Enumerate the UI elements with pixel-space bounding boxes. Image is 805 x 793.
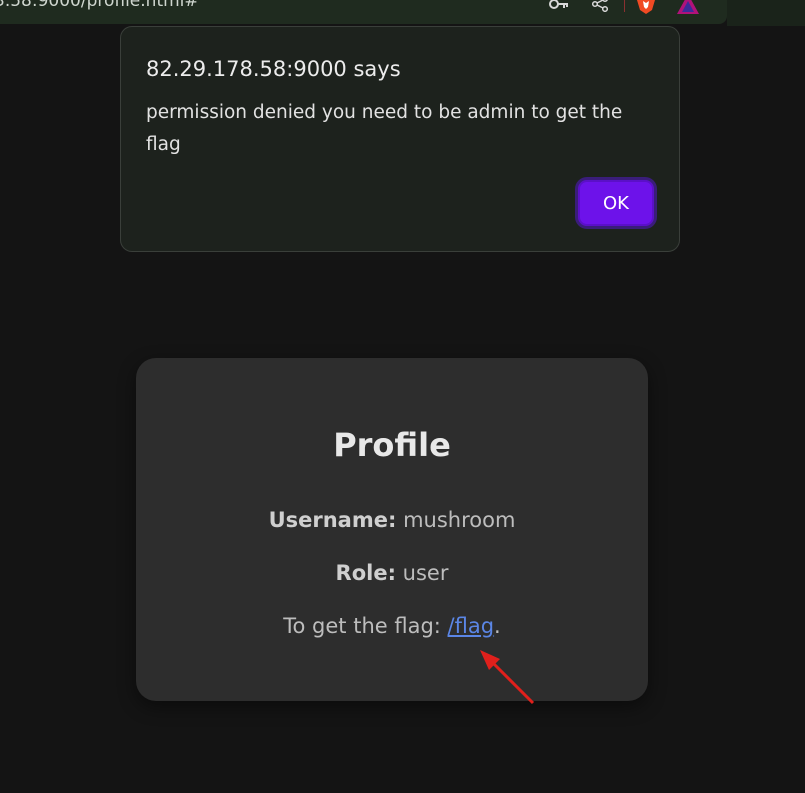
- annotation-arrow-icon: [480, 650, 535, 705]
- share-icon[interactable]: [589, 0, 611, 14]
- username-label: Username:: [268, 508, 397, 532]
- profile-card: Profile Username: mushroom Role: user To…: [136, 358, 648, 701]
- dialog-title: 82.29.178.58:9000 says: [146, 57, 401, 81]
- role-label: Role:: [335, 561, 396, 585]
- address-bar-url[interactable]: 3.58:9000/profile.html#: [0, 0, 199, 11]
- role-row: Role: user: [136, 561, 648, 585]
- toolbar-divider: [624, 0, 625, 12]
- alert-dialog: 82.29.178.58:9000 says permission denied…: [120, 26, 680, 252]
- brave-lion-icon[interactable]: [635, 0, 657, 14]
- dialog-message: permission denied you need to be admin t…: [146, 102, 623, 155]
- flag-row: To get the flag: /flag.: [136, 614, 648, 638]
- flag-prefix: To get the flag:: [283, 614, 448, 638]
- username-row: Username: mushroom: [136, 508, 648, 532]
- flag-link[interactable]: /flag: [448, 614, 495, 638]
- role-value: user: [402, 561, 449, 585]
- flag-suffix: .: [494, 614, 501, 638]
- aurora-triangle-icon[interactable]: [677, 0, 699, 14]
- browser-toolbar-edge: [727, 0, 805, 26]
- key-icon[interactable]: [547, 0, 571, 14]
- browser-toolbar: 3.58:9000/profile.html#: [0, 0, 727, 24]
- username-value: mushroom: [403, 508, 516, 532]
- profile-title: Profile: [333, 426, 451, 464]
- ok-button[interactable]: OK: [575, 177, 657, 229]
